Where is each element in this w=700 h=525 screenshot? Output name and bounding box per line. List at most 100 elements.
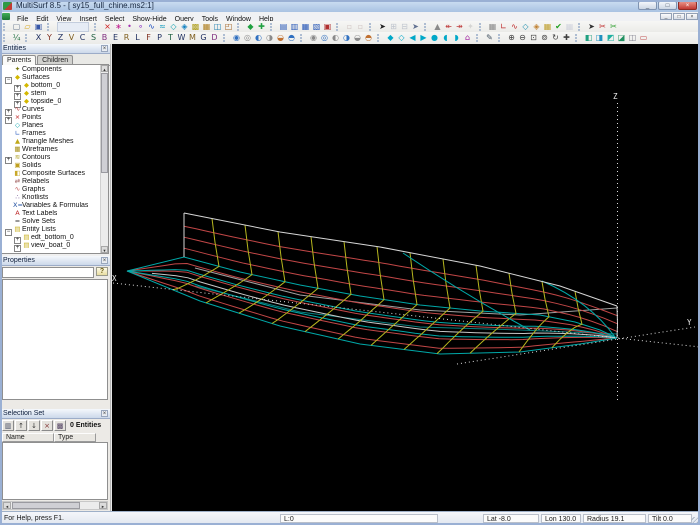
entity-type-m-icon[interactable]: M xyxy=(187,33,198,43)
tree-item-knotlists[interactable]: ∴ Knotlists xyxy=(2,193,101,201)
scroll-down-icon[interactable]: ▼ xyxy=(101,246,108,253)
isolate-icon[interactable]: ◓ xyxy=(286,33,297,43)
show-labels-icon[interactable]: ◐ xyxy=(330,33,341,43)
profile-view-icon[interactable]: ▧ xyxy=(311,22,322,32)
pan-view-icon[interactable]: ✚ xyxy=(561,33,572,43)
insert-bead-icon[interactable]: • xyxy=(124,22,135,32)
zoom-out-icon[interactable]: ⊖ xyxy=(517,33,528,43)
select-add-icon[interactable]: ⊞ xyxy=(388,22,399,32)
export-model-icon[interactable]: ◩ xyxy=(605,33,616,43)
restore-button[interactable]: □ xyxy=(658,1,677,10)
mdi-restore-button[interactable]: □ xyxy=(673,13,685,20)
show-selected-icon[interactable]: ◐ xyxy=(253,33,264,43)
entity-type-b-icon[interactable]: B xyxy=(99,33,110,43)
insert-surface-icon[interactable]: ◇ xyxy=(168,22,179,32)
report-icon[interactable]: ▭ xyxy=(638,33,649,43)
check-model-icon[interactable]: ✔ xyxy=(553,22,564,32)
select-remove-icon[interactable]: ⊟ xyxy=(399,22,410,32)
move-fwd-icon[interactable]: ↠ xyxy=(454,22,465,32)
tree-item-solve-sets[interactable]: = Solve Sets xyxy=(2,217,101,225)
show-points-icon[interactable]: ◉ xyxy=(308,33,319,43)
entity-type-z-icon[interactable]: Z xyxy=(55,33,66,43)
zoom-window-icon[interactable]: ⊡ xyxy=(528,33,539,43)
column-header-name[interactable]: Name xyxy=(2,433,54,442)
tree-item-planes[interactable]: ◇ Planes xyxy=(2,121,101,129)
export-3d-icon[interactable]: ◨ xyxy=(594,33,605,43)
cut-green-icon[interactable]: ✂ xyxy=(608,22,619,32)
zoom-in-icon[interactable]: ⊕ xyxy=(506,33,517,43)
expand-icon[interactable]: + xyxy=(5,157,12,164)
hide-selected-icon[interactable]: ◑ xyxy=(264,33,275,43)
edit-point-icon[interactable]: ∟ xyxy=(498,22,509,32)
entity-type-p-icon[interactable]: P xyxy=(154,33,165,43)
mdi-minimize-button[interactable]: _ xyxy=(660,13,672,20)
view-bottom-icon[interactable]: ◖ xyxy=(440,33,451,43)
entity-type-v-icon[interactable]: V xyxy=(66,33,77,43)
tree-item-triangle-meshes[interactable]: ▲ Triangle Meshes xyxy=(2,137,101,145)
hscroll-thumb[interactable] xyxy=(12,502,80,509)
project-icon[interactable]: ◆ xyxy=(245,22,256,32)
entity-type-x-icon[interactable]: X xyxy=(33,33,44,43)
view-stern-icon[interactable]: ◇ xyxy=(396,33,407,43)
clear-set-icon[interactable]: ▩ xyxy=(54,420,66,431)
plan-view-icon[interactable]: ▦ xyxy=(300,22,311,32)
display-opt2-icon[interactable]: ▫ xyxy=(355,22,366,32)
tree-item-text-labels[interactable]: A Text Labels xyxy=(2,209,101,217)
selection-list[interactable] xyxy=(2,442,108,500)
properties-close-icon[interactable]: × xyxy=(101,257,108,264)
entity-type-w-icon[interactable]: W xyxy=(176,33,187,43)
entity-type-l-icon[interactable]: L xyxy=(132,33,143,43)
expand-icon[interactable]: + xyxy=(14,245,21,252)
viewport-3d[interactable]: X Y Z xyxy=(112,44,700,511)
selection-scrollbar[interactable]: ◄ ► xyxy=(2,501,108,510)
wireframe-view-icon[interactable]: ▤ xyxy=(278,22,289,32)
nudge-icon[interactable]: ▲ xyxy=(432,22,443,32)
tree-item-contours[interactable]: + ≋ Contours xyxy=(2,153,101,164)
entity-type-d-icon[interactable]: D xyxy=(209,33,220,43)
tree-item-view-boat-0[interactable]: + ▤ view_boat_0 xyxy=(2,241,101,252)
insert-frame-icon[interactable]: ◫ xyxy=(212,22,223,32)
invert-visibility-icon[interactable]: ◒ xyxy=(275,33,286,43)
cut-red-icon[interactable]: ✂ xyxy=(597,22,608,32)
view-port-icon[interactable]: ◀ xyxy=(407,33,418,43)
insert-entity-list-icon[interactable]: ◰ xyxy=(223,22,234,32)
properties-input[interactable] xyxy=(2,267,94,278)
measure-icon[interactable]: ✎ xyxy=(484,33,495,43)
open-file-icon[interactable]: ▱ xyxy=(22,22,33,32)
resize-grip[interactable] xyxy=(691,517,699,525)
home-view-icon[interactable]: ⌂ xyxy=(462,33,473,43)
tree-item-topside-0[interactable]: + ◆ topside_0 xyxy=(2,97,101,108)
perspective-view-icon[interactable]: ▣ xyxy=(322,22,333,32)
move-aft-icon[interactable]: ↞ xyxy=(443,22,454,32)
isolate-labels-icon[interactable]: ◓ xyxy=(363,33,374,43)
tree-item-components[interactable]: ✦ Components xyxy=(2,65,101,73)
selection-set-close-icon[interactable]: × xyxy=(101,410,108,417)
collapse-icon[interactable]: − xyxy=(5,229,12,236)
tree-item-variables-formulas[interactable]: X= Variables & Formulas xyxy=(2,201,101,209)
hull-wireframe-canvas[interactable]: X Y Z xyxy=(112,44,700,511)
tree-item-composite-surfaces[interactable]: ◧ Composite Surfaces xyxy=(2,169,101,177)
minimize-button[interactable]: _ xyxy=(638,1,657,10)
tree-item-curves[interactable]: + ∿ Curves xyxy=(2,105,101,116)
edit-curve-icon[interactable]: ∿ xyxy=(509,22,520,32)
tree-item-relabels[interactable]: ⇄ Relabels xyxy=(2,177,101,185)
insert-curve-icon[interactable]: ∿ xyxy=(146,22,157,32)
scroll-up-icon[interactable]: ▲ xyxy=(101,65,108,72)
scroll-right-icon[interactable]: ► xyxy=(99,502,107,509)
view-bow-icon[interactable]: ◆ xyxy=(385,33,396,43)
tree-item-frames[interactable]: ∟ Frames xyxy=(2,129,101,137)
entities-panel-header[interactable]: Entities × xyxy=(0,44,110,54)
insert-ring-icon[interactable]: ∘ xyxy=(135,22,146,32)
selection-set-header[interactable]: Selection Set × xyxy=(0,409,110,419)
copy-view-icon[interactable]: ◧ xyxy=(583,33,594,43)
edit-frame-icon[interactable]: ◈ xyxy=(531,22,542,32)
snap-fraction-icon[interactable]: ¼ xyxy=(11,33,22,43)
entity-type-y-icon[interactable]: Y xyxy=(44,33,55,43)
column-header-type[interactable]: Type xyxy=(54,433,96,442)
view-starboard-icon[interactable]: ▶ xyxy=(418,33,429,43)
import-icon[interactable]: ◪ xyxy=(616,33,627,43)
entity-type-c-icon[interactable]: C xyxy=(77,33,88,43)
snap-icon[interactable]: ✦ xyxy=(465,22,476,32)
entity-type-r-icon[interactable]: R xyxy=(121,33,132,43)
delete-entity-icon[interactable]: × xyxy=(102,22,113,32)
